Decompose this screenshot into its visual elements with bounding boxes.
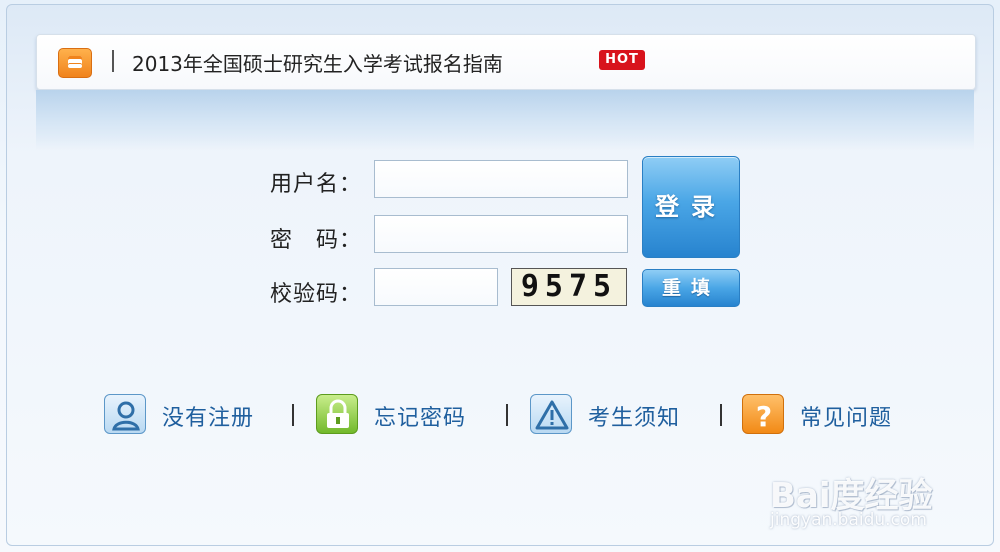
candidate-notice-link[interactable]: 考生须知	[588, 400, 680, 432]
faq-link[interactable]: 常见问题	[800, 400, 892, 432]
notice-divider	[112, 50, 114, 72]
captcha-label: 校验码：	[270, 282, 363, 307]
user-icon[interactable]	[104, 394, 146, 434]
lock-icon[interactable]	[316, 394, 358, 434]
captcha-input[interactable]	[374, 268, 498, 306]
register-link[interactable]: 没有注册	[162, 400, 254, 432]
header-band	[36, 90, 974, 150]
svg-text:?: ?	[756, 400, 772, 433]
question-icon[interactable]: ?	[742, 394, 784, 434]
warning-icon[interactable]	[530, 394, 572, 434]
reset-button[interactable]: 重填	[642, 269, 740, 307]
watermark-url: jingyan.baidu.com	[770, 510, 927, 530]
password-input[interactable]	[374, 215, 628, 253]
link-divider	[720, 404, 722, 426]
username-input[interactable]	[374, 160, 628, 198]
login-button[interactable]: 登录	[642, 156, 740, 258]
notice-document-icon	[58, 48, 92, 78]
hot-badge: HOT	[599, 50, 645, 70]
password-label: 密 码：	[270, 228, 363, 253]
captcha-image[interactable]: 9575	[511, 268, 627, 306]
username-label: 用户名：	[270, 172, 363, 197]
link-divider	[292, 404, 294, 426]
notice-link[interactable]: 2013年全国硕士研究生入学考试报名指南	[132, 48, 503, 77]
link-divider	[506, 404, 508, 426]
forgot-password-link[interactable]: 忘记密码	[374, 400, 466, 432]
